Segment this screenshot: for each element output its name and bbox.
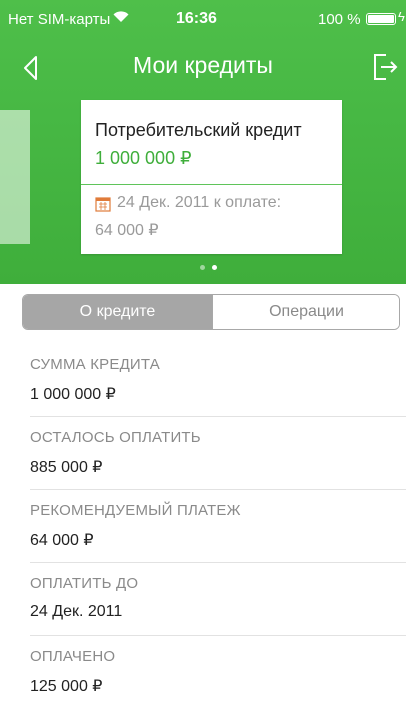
wifi-icon xyxy=(112,9,130,27)
detail-row-remaining: ОСТАЛОСЬ ОПЛАТИТЬ 885 000 ₽ xyxy=(0,417,406,490)
detail-label: РЕКОМЕНДУЕМЫЙ ПЛАТЕЖ xyxy=(30,502,241,519)
calendar-icon xyxy=(95,196,111,212)
detail-value: 1 000 000 ₽ xyxy=(30,386,116,403)
detail-value: 64 000 ₽ xyxy=(30,532,94,549)
clock-label: 16:36 xyxy=(176,10,217,27)
battery-icon xyxy=(366,13,396,25)
detail-value: 125 000 ₽ xyxy=(30,678,103,695)
card-divider xyxy=(81,184,342,185)
detail-value: 24 Дек. 2011 xyxy=(30,603,123,620)
previous-card-peek[interactable] xyxy=(0,110,30,244)
battery-percent: 100 % xyxy=(318,11,361,28)
detail-label: СУММА КРЕДИТА xyxy=(30,356,160,373)
page-title: Мои кредиты xyxy=(133,52,273,78)
detail-row-credit-sum: СУММА КРЕДИТА 1 000 000 ₽ xyxy=(0,344,406,417)
credit-amount: 1 000 000 ₽ xyxy=(95,148,192,168)
detail-value: 885 000 ₽ xyxy=(30,459,103,476)
page-dot-1[interactable] xyxy=(200,265,205,270)
payment-amount: 64 000 ₽ xyxy=(95,222,159,239)
tab-operations[interactable]: Операции xyxy=(212,295,399,329)
detail-label: ОПЛАТИТЬ ДО xyxy=(30,575,139,592)
credit-title: Потребительский кредит xyxy=(95,120,302,140)
detail-row-due-date: ОПЛАТИТЬ ДО 24 Дек. 2011 xyxy=(0,563,406,636)
header-banner: Нет SIM-карты 16:36 100 % ϟ Мои кредиты … xyxy=(0,0,406,284)
detail-label: ОСТАЛОСЬ ОПЛАТИТЬ xyxy=(30,429,201,446)
tab-about-credit[interactable]: О кредите xyxy=(23,295,212,329)
logout-icon[interactable] xyxy=(372,52,400,82)
carrier-label: Нет SIM-карты xyxy=(8,11,111,28)
detail-row-recommended-payment: РЕКОМЕНДУЕМЫЙ ПЛАТЕЖ 64 000 ₽ xyxy=(0,490,406,563)
detail-row-paid: ОПЛАЧЕНО 125 000 ₽ xyxy=(0,636,406,709)
charging-bolt-icon: ϟ xyxy=(398,9,405,24)
page-dot-2[interactable] xyxy=(212,265,217,270)
credit-card[interactable]: Потребительский кредит 1 000 000 ₽ 24 Де… xyxy=(81,100,342,254)
detail-label: ОПЛАЧЕНО xyxy=(30,648,116,665)
status-bar: Нет SIM-карты 16:36 100 % ϟ xyxy=(0,0,406,40)
payment-date: 24 Дек. 2011 к оплате: xyxy=(117,194,282,211)
segmented-control: О кредите Операции xyxy=(22,294,400,330)
